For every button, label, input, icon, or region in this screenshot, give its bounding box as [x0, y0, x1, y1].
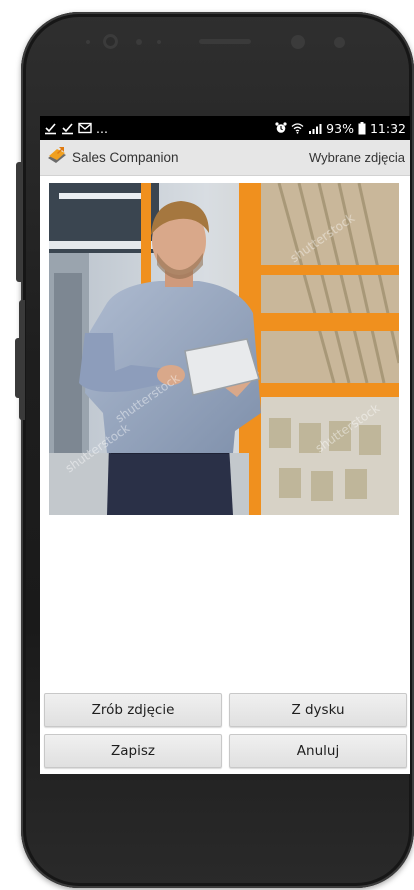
photo-image: shutterstock shutterstock shutterstock s…: [49, 183, 399, 515]
battery-percent: 93%: [326, 120, 354, 136]
download-complete-icon: [44, 122, 57, 135]
iris-camera: [334, 37, 345, 48]
save-button[interactable]: Zapisz: [44, 734, 222, 768]
proximity-sensor: [86, 40, 90, 44]
alarm-icon: [275, 122, 287, 134]
app-title: Sales Companion: [72, 150, 179, 165]
download-complete-icon: [61, 122, 74, 135]
app-brand[interactable]: Sales Companion: [46, 146, 179, 170]
more-notifications: ...: [96, 120, 108, 136]
take-photo-button[interactable]: Zrób zdjęcie: [44, 693, 222, 727]
light-sensor: [136, 39, 142, 45]
led-indicator: [157, 40, 161, 44]
front-camera: [103, 34, 118, 49]
iris-scanner: [291, 35, 305, 49]
selected-photo[interactable]: shutterstock shutterstock shutterstock s…: [49, 183, 399, 515]
from-disk-button[interactable]: Z dysku: [229, 693, 407, 727]
clock: 11:32: [369, 120, 406, 136]
screen-title: Wybrane zdjęcia: [309, 150, 405, 165]
earpiece-speaker: [199, 39, 251, 44]
wifi-icon: [291, 122, 304, 134]
action-bar: Sales Companion Wybrane zdjęcia: [40, 140, 410, 176]
app-logo-icon: [46, 146, 68, 170]
cancel-button[interactable]: Anuluj: [229, 734, 407, 768]
device-screen: ... 93% 11:32 Sales Companion Wybrane zd…: [40, 116, 410, 774]
mail-icon: [78, 122, 92, 134]
bixby-button: [15, 338, 21, 398]
battery-icon: [358, 121, 366, 135]
status-bar: ... 93% 11:32: [40, 116, 410, 140]
volume-up-button: [16, 162, 22, 282]
signal-icon: [308, 123, 322, 134]
